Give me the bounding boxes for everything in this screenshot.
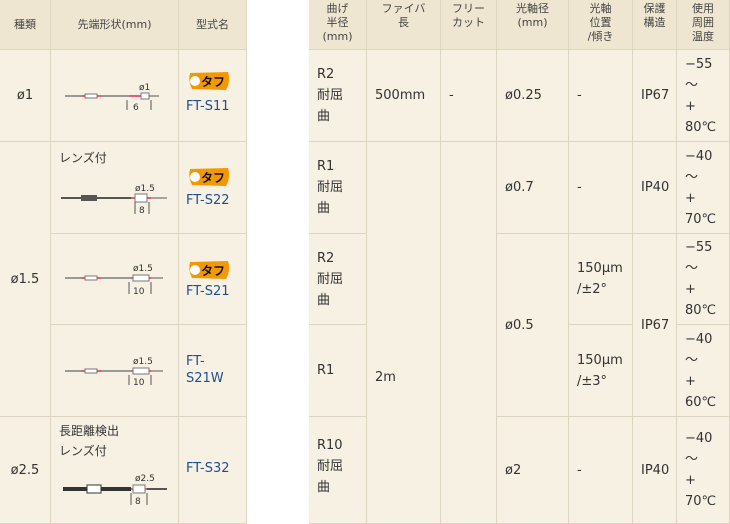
tip-shape-drawing: ø1.5 10 <box>51 325 179 417</box>
temperature-cell: −40 〜 + 60℃ <box>677 325 730 417</box>
header-bend-radius: 曲げ 半径 (mm) <box>309 0 367 50</box>
type-cell: ø1.5 <box>0 142 51 417</box>
tip-dim-label: ø2.5 <box>135 474 155 484</box>
protection-cell: IP40 <box>633 142 677 234</box>
temperature-cell: −40 〜 + 70℃ <box>677 417 730 524</box>
fiber-tip-diagram: ø2.5 8 <box>63 474 167 507</box>
bend-radius-cell: R1 <box>309 325 367 417</box>
temperature-cell: −55 〜 + 80℃ <box>677 50 730 142</box>
header-free-cut: フリー カット <box>441 0 497 50</box>
model-cell: FT- S21W <box>179 325 247 417</box>
fiber-tip-diagram: ø1 6 <box>65 83 159 113</box>
model-link[interactable]: FT- S21W <box>186 353 224 387</box>
fiber-spec-table: 種類 先端形状(mm) 型式名 曲げ 半径 (mm) ファイバ 長 フリー カッ… <box>0 0 730 524</box>
fiber-tip-diagram: ø1.5 10 <box>65 264 163 297</box>
header-model: 型式名 <box>179 0 247 50</box>
bend-radius-cell: R10 耐屈 曲 <box>309 417 367 524</box>
model-cell: タフ FT-S11 <box>179 50 247 142</box>
tip-dim-label: ø1.5 <box>133 264 153 274</box>
protection-cell: IP67 <box>633 50 677 142</box>
type-cell: ø1 <box>0 50 51 142</box>
tip-shape-drawing: ø1 6 <box>51 50 179 142</box>
model-link[interactable]: FT-S22 <box>186 192 229 209</box>
svg-text:タフ: タフ <box>201 171 225 185</box>
model-link[interactable]: FT-S21 <box>186 283 229 300</box>
type-cell: ø2.5 <box>0 417 51 524</box>
tip-shape-drawing: ø1.5 10 <box>51 234 179 325</box>
tip-shape-drawing: 長距離検出 レンズ付 ø2.5 8 <box>51 417 179 524</box>
tough-badge-icon: タフ <box>189 72 230 90</box>
tough-badge-icon: タフ <box>189 261 230 279</box>
tip-dim-label: ø1.5 <box>133 357 153 367</box>
fiber-length-cell: 500mm <box>367 50 441 142</box>
header-protection: 保護 構造 <box>633 0 677 50</box>
model-link[interactable]: FT-S32 <box>186 460 229 477</box>
fiber-tip-diagram: ø1.5 8 <box>61 184 167 216</box>
tip-len-label: 10 <box>133 378 145 388</box>
bend-radius-cell: R2 耐屈 曲 <box>309 50 367 142</box>
tip-shape-drawing: レンズ付 ø1.5 8 <box>51 142 179 234</box>
protection-cell: IP40 <box>633 417 677 524</box>
temperature-cell: −55 〜 + 80℃ <box>677 234 730 325</box>
svg-text:タフ: タフ <box>201 264 225 278</box>
header-tip-shape: 先端形状(mm) <box>51 0 179 50</box>
bend-radius-cell: R2 耐屈 曲 <box>309 234 367 325</box>
header-temperature: 使用 周囲 温度 <box>677 0 730 50</box>
free-cut-cell: - <box>441 50 497 142</box>
axis-dia-cell: ø0.5 <box>497 234 569 417</box>
tough-badge-icon: タフ <box>189 168 230 186</box>
svg-text:タフ: タフ <box>201 75 225 89</box>
header-fiber-length: ファイバ 長 <box>367 0 441 50</box>
model-link[interactable]: FT-S11 <box>186 98 229 115</box>
temperature-cell: −40 〜 + 70℃ <box>677 142 730 234</box>
axis-position-cell: - <box>569 417 633 524</box>
blank-column <box>247 0 309 524</box>
header-optical-axis-dia: 光軸径 (mm) <box>497 0 569 50</box>
header-type: 種類 <box>0 0 51 50</box>
bend-radius-cell: R1 耐屈 曲 <box>309 142 367 234</box>
model-cell: FT-S32 <box>179 417 247 524</box>
tip-len-label: 10 <box>133 287 145 297</box>
free-cut-cell <box>441 142 497 524</box>
axis-position-cell: - <box>569 142 633 234</box>
axis-position-cell: - <box>569 50 633 142</box>
axis-position-cell: 150μm /±3° <box>569 325 633 417</box>
axis-dia-cell: ø0.7 <box>497 142 569 234</box>
fiber-tip-diagram: ø1.5 10 <box>65 357 163 388</box>
tip-dim-label: ø1.5 <box>135 184 155 194</box>
header-axis-position: 光軸 位置 /傾き <box>569 0 633 50</box>
tip-len-label: 8 <box>135 497 141 507</box>
fiber-length-cell: 2m <box>367 142 441 524</box>
axis-position-cell: 150μm /±2° <box>569 234 633 325</box>
tip-len-label: 6 <box>133 103 139 113</box>
axis-dia-cell: ø2 <box>497 417 569 524</box>
model-cell: タフ FT-S21 <box>179 234 247 325</box>
axis-dia-cell: ø0.25 <box>497 50 569 142</box>
model-cell: タフ FT-S22 <box>179 142 247 234</box>
tip-dim-label: ø1 <box>139 83 150 93</box>
tip-len-label: 8 <box>139 206 145 216</box>
protection-cell: IP67 <box>633 234 677 417</box>
